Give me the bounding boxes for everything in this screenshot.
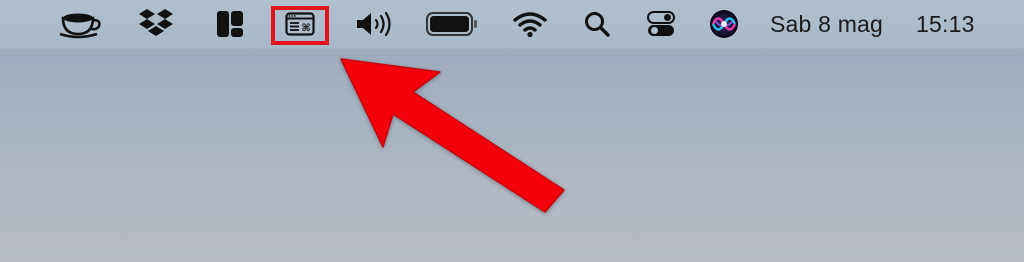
annotation-arrow	[340, 58, 565, 213]
